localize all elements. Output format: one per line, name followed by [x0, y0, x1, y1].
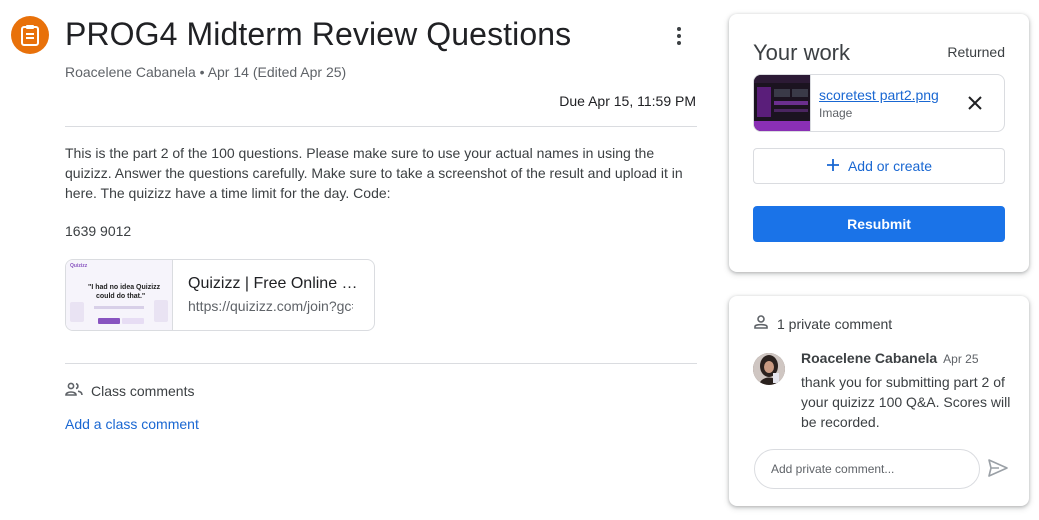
divider	[65, 363, 697, 364]
plus-icon	[826, 158, 840, 175]
link-title[interactable]: Quizizz | Free Online Quizzes	[188, 275, 368, 293]
private-comments-header: 1 private comment	[753, 314, 892, 333]
assignment-meta: Roacelene Cabanela • Apr 14 (Edited Apr …	[65, 64, 346, 80]
image-thumbnail	[754, 75, 811, 131]
send-icon[interactable]	[987, 457, 1009, 479]
private-comments-card: 1 private comment Roacelene Cabanela Apr …	[729, 296, 1029, 506]
assignment-icon	[11, 16, 49, 54]
private-comments-count: 1 private comment	[777, 315, 893, 332]
comment-text: thank you for submitting part 2 of your …	[801, 374, 1011, 430]
more-options-icon[interactable]	[666, 22, 692, 50]
person-icon	[753, 314, 769, 333]
add-or-create-label: Add or create	[847, 158, 933, 174]
avatar	[753, 353, 785, 385]
due-date: Due Apr 15, 11:59 PM	[559, 93, 696, 109]
file-attachment[interactable]: scoretest part2.png Image	[753, 74, 1005, 132]
quiz-code: 1639 9012	[65, 223, 132, 239]
attachment-name[interactable]: scoretest part2.png	[819, 87, 951, 103]
thumb-headline-1: "I had no idea Quizizz	[88, 284, 161, 291]
attachment-type: Image	[819, 105, 853, 120]
class-comments-header: Class comments	[65, 382, 194, 399]
assignment-description: This is the part 2 of the 100 questions.…	[65, 145, 683, 201]
comment-author-name: Roacelene Cabanela	[801, 350, 938, 366]
remove-attachment-icon[interactable]	[964, 92, 986, 114]
your-work-title: Your work	[753, 40, 851, 65]
add-or-create-button[interactable]: Add or create	[753, 148, 1005, 184]
class-comments-heading: Class comments	[91, 382, 195, 399]
people-icon	[65, 382, 83, 399]
posted-date: Apr 14 (Edited Apr 25)	[207, 64, 347, 80]
thumb-headline-2: could do that."	[96, 293, 146, 300]
page-title: PROG4 Midterm Review Questions	[65, 16, 572, 52]
add-class-comment-link[interactable]: Add a class comment	[65, 416, 199, 432]
comment-date: Apr 25	[943, 352, 979, 366]
private-comment-input[interactable]: Add private comment...	[754, 449, 980, 489]
comment-author: Roacelene Cabanela Apr 25	[801, 350, 979, 366]
meta-separator: •	[199, 64, 205, 80]
author-name: Roacelene Cabanela	[65, 64, 196, 80]
link-attachment[interactable]: Quizizz "I had no idea Quizizz could do …	[65, 259, 375, 331]
your-work-card: Your work Returned scoretest part2.png I…	[729, 14, 1029, 272]
resubmit-button[interactable]: Resubmit	[753, 206, 1005, 242]
divider	[65, 126, 697, 127]
link-thumbnail: Quizizz "I had no idea Quizizz could do …	[66, 260, 173, 330]
link-url: https://quizizz.com/join?gc=16399012	[188, 298, 353, 314]
status-badge: Returned	[947, 44, 1005, 60]
